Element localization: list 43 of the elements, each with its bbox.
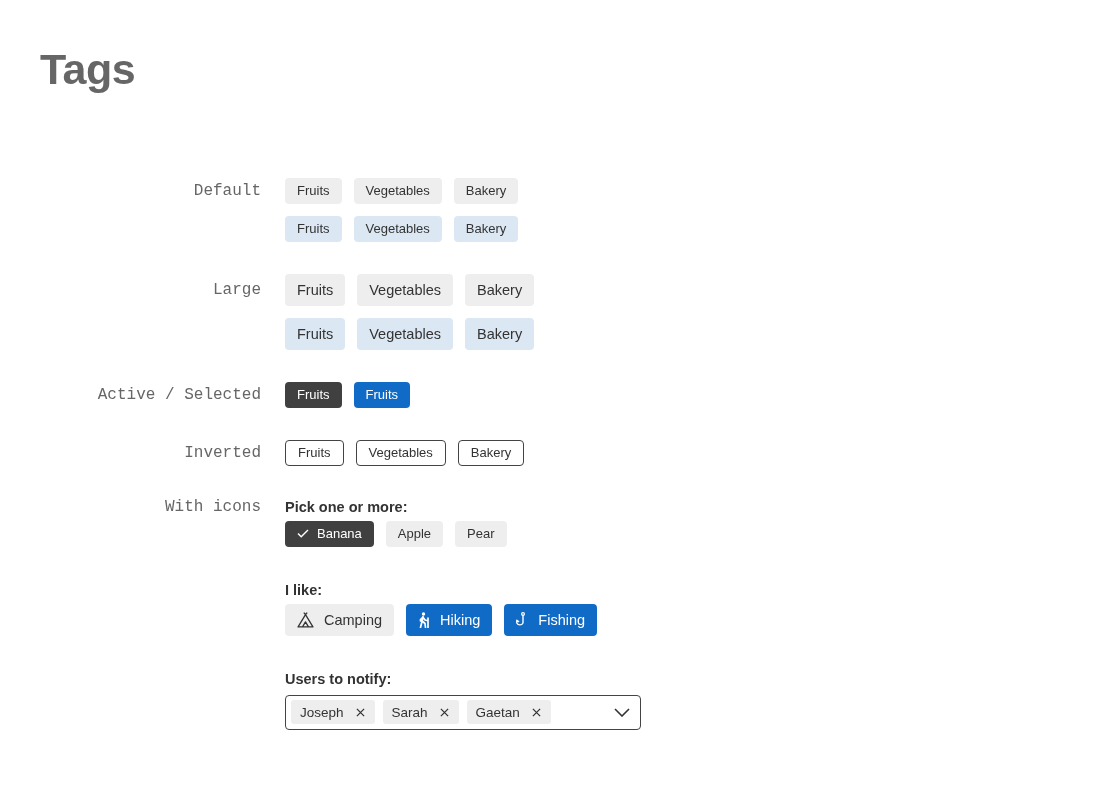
close-icon[interactable] [531, 707, 541, 717]
section-label: With icons [165, 497, 261, 516]
section-label: Inverted [184, 442, 261, 464]
chevron-down-icon[interactable] [614, 707, 630, 717]
tag: Vegetables [355, 439, 446, 466]
tag: Fruits [285, 215, 342, 242]
toggle-tag[interactable]: Hiking [406, 603, 493, 636]
page-title: Tags [40, 44, 136, 95]
section-label: Active / Selected [97, 384, 261, 406]
toggle-tag[interactable]: Pear [455, 520, 507, 547]
group-title: I like: [285, 580, 323, 599]
tag: Vegetables [357, 317, 453, 350]
close-icon[interactable] [355, 707, 365, 717]
tag: Bakery [457, 439, 525, 466]
tag: Bakery [465, 273, 535, 306]
group-title: Pick one or more: [285, 497, 408, 516]
toggle-tag[interactable]: Camping [285, 603, 395, 636]
tag: Fruits [285, 273, 346, 306]
tag[interactable]: Fruits [353, 381, 410, 408]
check-icon [297, 529, 309, 539]
toggle-tag[interactable]: Banana [285, 520, 374, 547]
group-title: Users to notify: [285, 669, 392, 688]
tag: Bakery [453, 177, 519, 204]
section-label: Large [213, 279, 261, 301]
tag: Vegetables [353, 177, 442, 204]
tag[interactable]: Fruits [285, 381, 342, 408]
tag: Fruits [285, 439, 344, 466]
toggle-tag[interactable]: Fishing [504, 603, 598, 636]
tent-icon [297, 611, 314, 628]
hiker-icon [418, 611, 431, 628]
tag: Vegetables [353, 215, 442, 242]
tag: Fruits [285, 317, 346, 350]
tag: Bakery [453, 215, 519, 242]
toggle-tag[interactable]: Apple [385, 520, 444, 547]
multiselect-field[interactable]: Joseph Sarah Gaetan [285, 694, 641, 730]
tag: Bakery [465, 317, 535, 350]
section-label: Default [193, 180, 261, 202]
tag: Vegetables [357, 273, 453, 306]
chip-label: Joseph [300, 704, 344, 720]
tag: Fruits [285, 177, 342, 204]
chip-label: Gaetan [475, 704, 520, 720]
close-icon[interactable] [439, 707, 449, 717]
chip-label: Sarah [391, 704, 428, 720]
